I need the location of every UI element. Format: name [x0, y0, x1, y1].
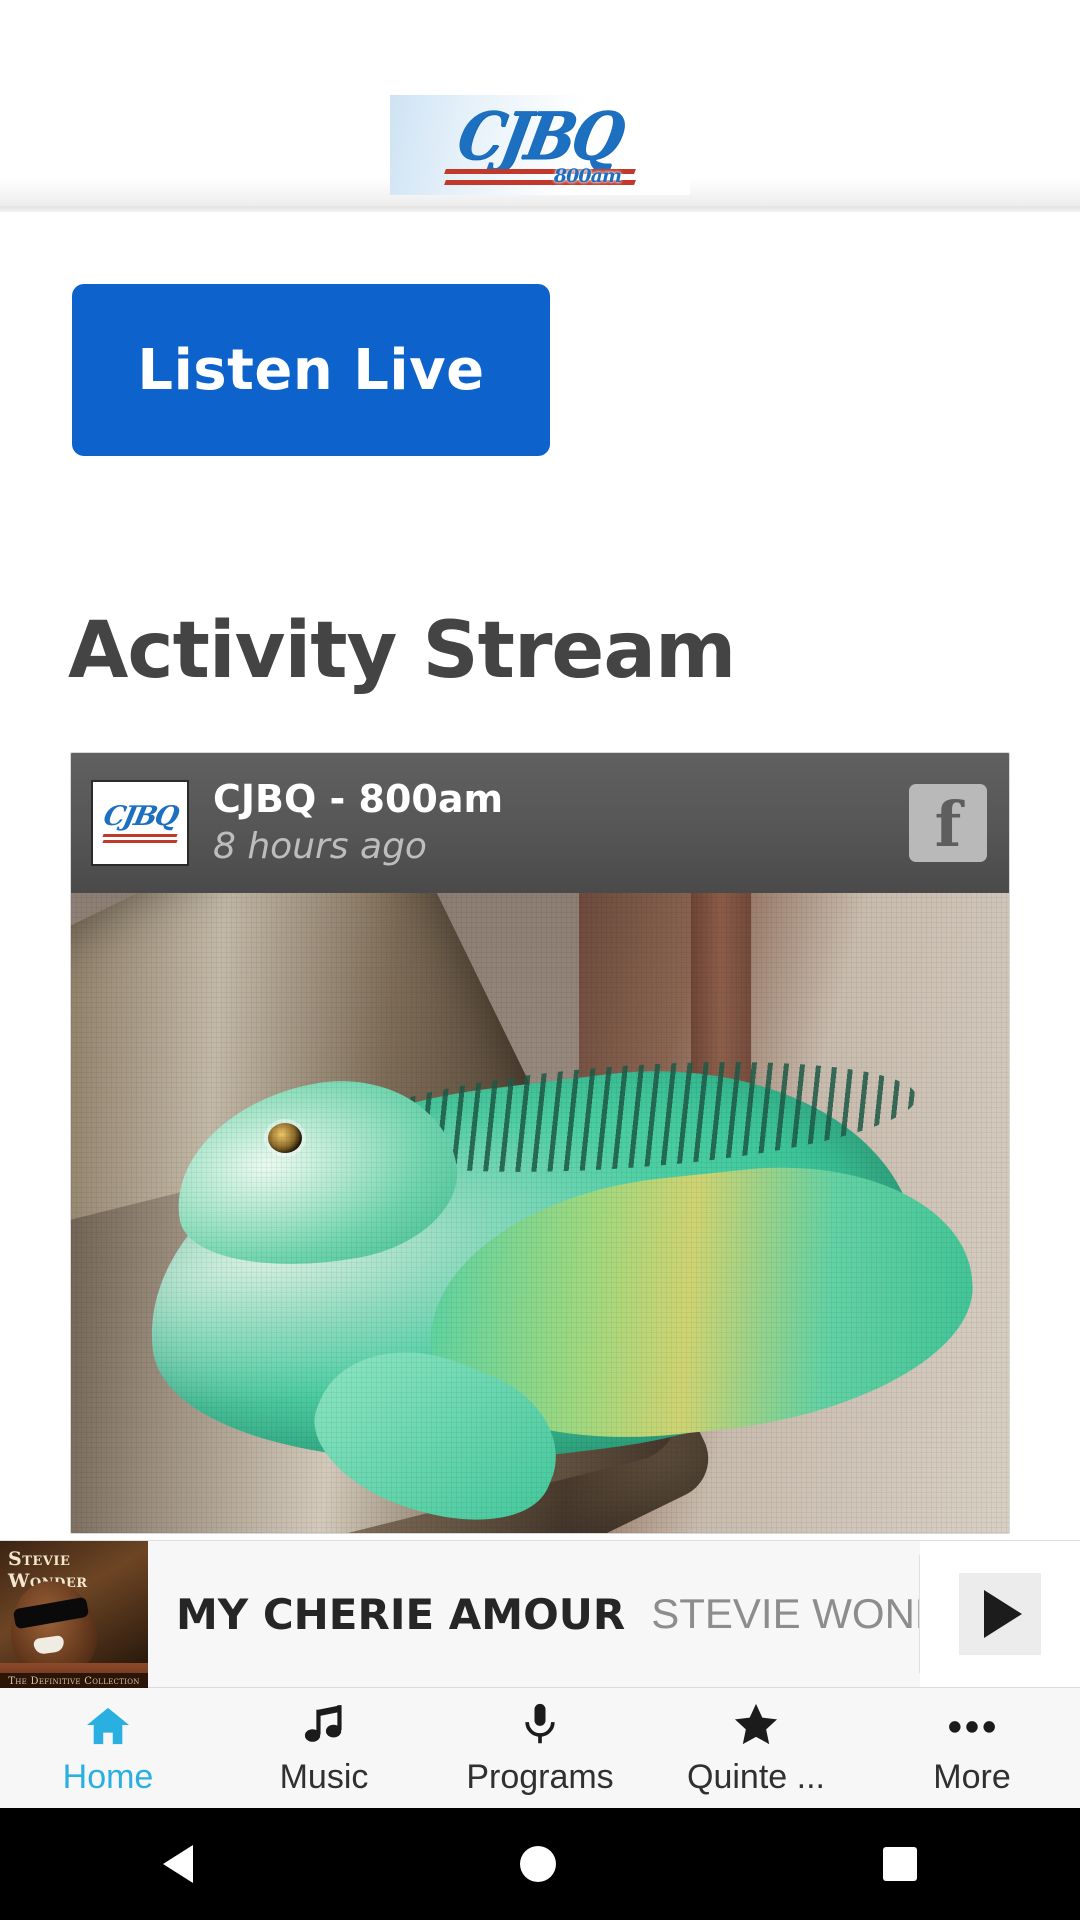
bottom-tab-bar: Home Music Programs Quinte ... More	[0, 1688, 1080, 1808]
tab-more-label: More	[933, 1757, 1011, 1796]
logo-frequency: 800am	[553, 164, 622, 187]
play-icon	[984, 1590, 1022, 1638]
logo-wordmark: CJBQ	[452, 97, 628, 174]
facebook-icon[interactable]: f	[909, 784, 987, 862]
post-header: CJBQ CJBQ - 800am 8 hours ago f	[71, 753, 1009, 893]
home-circle-icon[interactable]	[519, 1846, 556, 1882]
app-header: CJBQ 800am	[0, 0, 1080, 212]
back-icon[interactable]	[163, 1845, 194, 1883]
tab-home[interactable]: Home	[0, 1688, 216, 1808]
album-strip-text: The Definitive Collection	[8, 1675, 140, 1687]
post-timestamp: 8 hours ago	[213, 825, 427, 867]
music-note-icon	[301, 1700, 347, 1746]
album-art[interactable]: Stevie Wonder The Definitive Collection	[0, 1541, 148, 1689]
logo-stripe-band: 800am	[444, 164, 636, 188]
activity-post-card[interactable]: CJBQ CJBQ - 800am 8 hours ago f	[70, 752, 1010, 1534]
post-image[interactable]	[71, 893, 1009, 1533]
tab-programs-label: Programs	[466, 1757, 614, 1796]
tab-quinte[interactable]: Quinte ...	[648, 1688, 864, 1808]
post-meta: CJBQ - 800am 8 hours ago	[213, 778, 503, 868]
now-playing-bar: Stevie Wonder The Definitive Collection …	[0, 1540, 1080, 1689]
microphone-icon	[517, 1700, 563, 1746]
track-title: MY CHERIE AMOUR	[176, 1589, 626, 1639]
avatar-wordmark: CJBQ	[100, 800, 180, 832]
star-icon	[732, 1700, 780, 1746]
album-caption-strip: The Definitive Collection	[0, 1673, 148, 1689]
tab-quinte-label: Quinte ...	[687, 1757, 825, 1796]
page-title: Activity Stream	[68, 606, 736, 696]
home-icon	[85, 1700, 131, 1746]
track-info[interactable]: MY CHERIE AMOUR STEVIE WONDER	[148, 1541, 1004, 1687]
main-content: Listen Live Activity Stream CJBQ CJBQ - …	[0, 212, 1080, 1534]
tab-music-label: Music	[279, 1757, 369, 1796]
tab-music[interactable]: Music	[216, 1688, 432, 1808]
photo-mesh-overlay	[71, 893, 1009, 1533]
post-author: CJBQ - 800am	[213, 777, 504, 822]
tab-more[interactable]: More	[864, 1688, 1080, 1808]
play-button[interactable]	[959, 1573, 1041, 1655]
play-control-area	[920, 1541, 1080, 1687]
tab-home-label: Home	[62, 1757, 154, 1796]
recents-square-icon[interactable]	[882, 1847, 917, 1881]
cjbq-logo[interactable]: CJBQ 800am	[390, 95, 690, 195]
avatar-stripes	[102, 833, 178, 844]
tab-programs[interactable]: Programs	[432, 1688, 648, 1808]
android-system-nav	[0, 1808, 1080, 1920]
avatar: CJBQ	[91, 780, 189, 866]
ellipsis-icon	[945, 1700, 999, 1746]
facebook-glyph: f	[934, 788, 962, 862]
listen-live-button[interactable]: Listen Live	[72, 284, 550, 456]
album-artist-caption: Stevie Wonder	[8, 1548, 87, 1592]
